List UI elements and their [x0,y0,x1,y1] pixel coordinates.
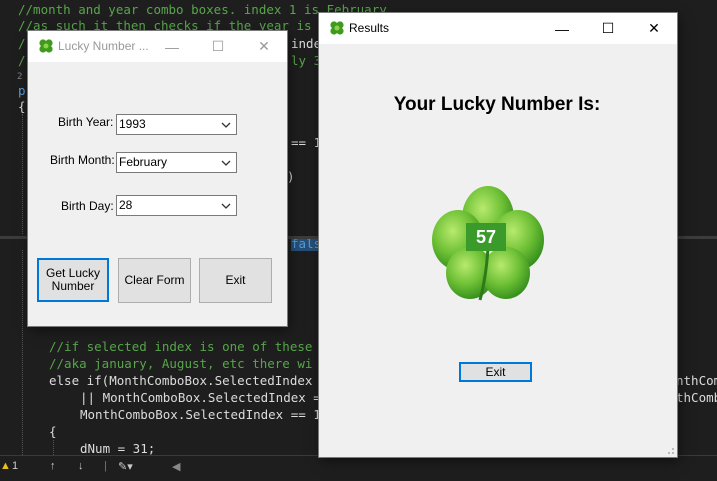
birth-day-combobox[interactable]: 28 [116,195,237,216]
code-line: else if(MonthComboBox.SelectedIndex [49,373,313,388]
indent-guide [53,440,54,455]
window-title: Results [349,21,390,35]
title-bar[interactable]: Lucky Number ... — ☐ ✕ [28,31,287,62]
code-line: { [18,99,26,114]
scroll-left-icon[interactable]: ◀ [172,460,180,473]
close-button[interactable]: ✕ [241,31,287,62]
navigate-down-icon[interactable]: ↓ [78,460,84,472]
title-bar[interactable]: Results — ☐ ✕ [319,13,677,44]
birth-year-label: Birth Year: [58,115,114,129]
line-number: 2 [17,72,23,82]
minimize-button[interactable]: — [149,31,195,62]
birth-year-combobox[interactable]: 1993 [116,114,237,135]
indent-guide [22,114,23,234]
resize-grip-icon[interactable] [665,445,675,455]
brush-icon[interactable]: ✎▾ [118,460,133,473]
birth-month-label: Birth Month: [50,153,115,167]
code-line: nthCom [676,373,717,388]
birth-day-label: Birth Day: [61,199,114,213]
birth-month-combobox[interactable]: February [116,152,237,173]
chevron-down-icon [221,160,231,166]
navigate-up-icon[interactable]: ↑ [50,460,56,472]
code-line: p [18,83,26,98]
close-button[interactable]: ✕ [631,13,677,44]
code-fragment: inde [291,36,322,51]
separator: | [104,460,107,472]
clear-form-button[interactable]: Clear Form [118,258,191,303]
chevron-down-icon [221,122,231,128]
lucky-number-value: 57 [466,223,506,251]
chevron-down-icon [221,203,231,209]
window-title: Lucky Number ... [58,39,149,53]
code-line: MonthComboBox.SelectedIndex == 1 [80,407,321,422]
code-line: || MonthComboBox.SelectedIndex = [80,390,321,405]
get-lucky-number-button[interactable]: Get Lucky Number [37,258,109,302]
code-line: / [18,36,26,51]
code-line: thComb [676,390,717,405]
results-heading: Your Lucky Number Is: [393,94,601,115]
code-line: //aka january, August, etc there wi [49,356,313,371]
code-fragment: ) [287,169,295,184]
exit-button[interactable]: Exit [199,258,272,303]
code-line: //if selected index is one of these [49,339,313,354]
indent-guide [22,250,23,455]
exit-button[interactable]: Exit [459,362,532,382]
lucky-number-window: Lucky Number ... — ☐ ✕ Birth Year: 1993 … [28,31,287,326]
maximize-button[interactable]: ☐ [585,13,631,44]
clover-icon [39,39,53,53]
status-bar: ▲ 1 ↑ ↓ | ✎▾ ◀ [0,455,717,481]
results-window: Results — ☐ ✕ Your Lucky Number Is: 57 E… [319,13,677,457]
code-line: { [49,424,57,439]
warning-icon[interactable]: ▲ [0,460,11,472]
code-line: / [18,53,26,68]
maximize-button[interactable]: ☐ [195,31,241,62]
minimize-button[interactable]: — [539,13,585,44]
warning-count: 1 [12,460,19,472]
clover-icon [330,21,344,35]
code-line: dNum = 31; [80,441,156,456]
